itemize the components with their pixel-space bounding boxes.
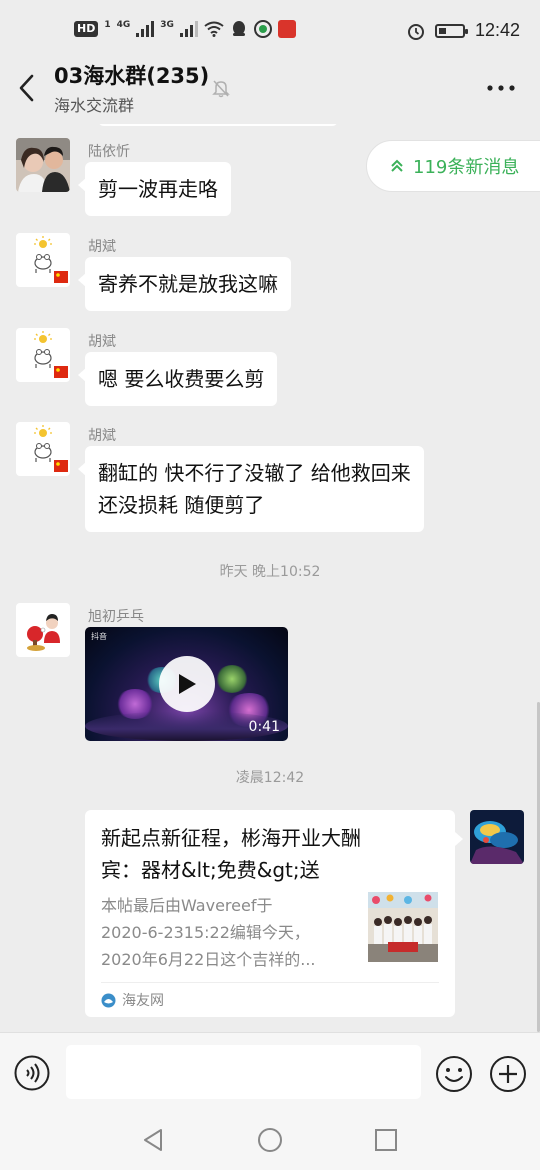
nav-recent-apps-icon[interactable] bbox=[372, 1126, 400, 1154]
more-dots-icon[interactable] bbox=[486, 76, 516, 100]
card-title-line: 宾：器材&lt;免费&gt;送 bbox=[101, 858, 320, 882]
card-title-line: 新起点新征程，彬海开业大酬 bbox=[101, 826, 361, 850]
status-icons-left: HD 1 4G 3G bbox=[74, 20, 296, 38]
double-chevron-up-icon bbox=[391, 159, 403, 172]
card-desc-line: 2020-6-2315:22编辑今天， bbox=[101, 923, 310, 942]
card-divider bbox=[101, 982, 439, 983]
app-notification-icon bbox=[253, 20, 272, 38]
chat-subtitle: 海水交流群 bbox=[54, 96, 135, 115]
input-bar bbox=[0, 1032, 540, 1112]
video-duration: 0:41 bbox=[248, 719, 280, 735]
nav-home-icon[interactable] bbox=[256, 1126, 284, 1154]
timestamp: 昨天 晚上10:52 bbox=[219, 564, 321, 580]
sender-name: 胡斌 bbox=[88, 334, 116, 350]
voice-icon[interactable] bbox=[14, 1055, 50, 1091]
avatar[interactable] bbox=[16, 138, 70, 192]
signal-bars-icon bbox=[179, 21, 198, 37]
card-source: 海友网 bbox=[101, 990, 164, 1010]
wifi-icon bbox=[204, 21, 224, 37]
qq-icon bbox=[232, 21, 245, 36]
message-bubble[interactable]: 剪一波再走咯 bbox=[78, 162, 231, 216]
card-title: 新起点新征程，彬海开业大酬 宾：器材&lt;免费&gt;送 bbox=[101, 822, 431, 886]
app-notification-icon bbox=[277, 20, 296, 38]
system-navigation-bar bbox=[0, 1112, 540, 1170]
avatar[interactable] bbox=[16, 422, 70, 476]
chevron-left-icon[interactable] bbox=[12, 68, 44, 108]
card-description: 本帖最后由Wavereef于 2020-6-2315:22编辑今天， 2020年… bbox=[101, 892, 351, 973]
sender-name: 旭初乒乓 bbox=[88, 609, 144, 625]
card-desc-line: 本帖最后由Wavereef于 bbox=[101, 896, 273, 915]
play-icon bbox=[179, 674, 196, 694]
sender-name: 胡斌 bbox=[88, 428, 116, 444]
clock: 12:42 bbox=[474, 20, 520, 40]
sender-name: 陆依忻 bbox=[88, 144, 130, 160]
avatar[interactable] bbox=[16, 603, 70, 657]
signal-type-1: 4G bbox=[116, 20, 131, 30]
sender-name: 胡斌 bbox=[88, 239, 116, 255]
card-thumbnail bbox=[368, 892, 438, 962]
new-messages-button[interactable]: 119条新消息 bbox=[366, 140, 540, 192]
hd-badge: HD bbox=[74, 21, 99, 37]
video-message[interactable]: 抖音 0:41 bbox=[85, 627, 288, 741]
site-logo-icon bbox=[101, 993, 116, 1007]
message-text: 嗯 要么收费要么剪 bbox=[98, 367, 265, 391]
link-card[interactable]: 新起点新征程，彬海开业大酬 宾：器材&lt;免费&gt;送 本帖最后由Waver… bbox=[85, 810, 463, 1017]
message-text-line: 翻缸的 快不行了没辙了 给他救回来 bbox=[98, 461, 411, 485]
card-desc-line: 2020年6月22日这个吉祥的... bbox=[101, 950, 316, 969]
chat-title: 03海水群(235) bbox=[54, 64, 210, 88]
bell-off-icon bbox=[212, 80, 230, 98]
video-coral bbox=[215, 665, 249, 693]
message-text: 剪一波再走咯 bbox=[98, 177, 218, 201]
new-messages-label: 119条新消息 bbox=[413, 157, 520, 178]
avatar[interactable] bbox=[16, 233, 70, 287]
nav-back-icon[interactable] bbox=[140, 1126, 168, 1154]
alarm-icon bbox=[407, 23, 424, 40]
status-icons-right: 12:42 bbox=[407, 20, 520, 41]
avatar[interactable] bbox=[16, 328, 70, 382]
sim-indicator: 1 bbox=[104, 20, 111, 30]
message-text: 寄养不就是放我这嘛 bbox=[98, 272, 278, 296]
message-text-line: 还没损耗 随便剪了 bbox=[98, 493, 265, 517]
video-watermark: 抖音 bbox=[91, 632, 107, 641]
card-source-name: 海友网 bbox=[122, 993, 164, 1009]
signal-type-2: 3G bbox=[160, 20, 174, 30]
message-list[interactable]: 119条新消息 陆依忻 剪一波再走咯 胡斌 寄养不就是放我这嘛 胡斌 嗯 要么收… bbox=[0, 124, 540, 1032]
message-bubble[interactable]: 翻缸的 快不行了没辙了 给他救回来 还没损耗 随便剪了 bbox=[78, 446, 424, 532]
play-button[interactable] bbox=[159, 656, 215, 712]
avatar[interactable] bbox=[470, 810, 524, 864]
previous-bubble-edge bbox=[98, 124, 338, 126]
message-bubble[interactable]: 嗯 要么收费要么剪 bbox=[77, 352, 278, 406]
timestamp: 凌晨12:42 bbox=[235, 770, 305, 786]
chat-header: 03海水群(235) 海水交流群 bbox=[0, 52, 540, 124]
emoji-icon[interactable] bbox=[435, 1055, 473, 1093]
message-bubble[interactable]: 寄养不就是放我这嘛 bbox=[78, 257, 291, 311]
message-input[interactable] bbox=[66, 1045, 421, 1099]
signal-bars-icon bbox=[136, 21, 155, 37]
battery-icon bbox=[434, 23, 468, 38]
plus-icon[interactable] bbox=[489, 1055, 527, 1093]
